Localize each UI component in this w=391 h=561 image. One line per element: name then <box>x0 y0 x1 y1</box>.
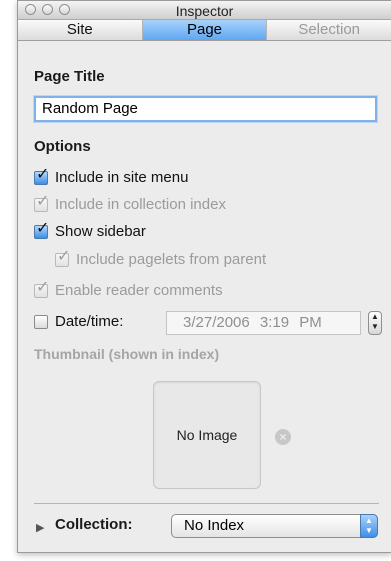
datetime-stepper[interactable]: ▲ ▼ <box>368 311 382 335</box>
datetime-label: Date/time: <box>55 313 124 330</box>
checkbox-unchecked-icon[interactable] <box>34 314 48 329</box>
collection-selected-value: No Index <box>184 517 245 534</box>
checkbox-checked-icon: ✓ <box>34 192 50 212</box>
include-collection-index-label: Include in collection index <box>55 196 226 213</box>
collection-popup[interactable]: No Index ▲ ▼ <box>171 514 378 538</box>
stepper-up-icon[interactable]: ▲ <box>369 312 381 322</box>
divider <box>34 503 379 504</box>
datetime-field: 3/27/2006 3:19 PM <box>166 311 361 335</box>
options-heading: Options <box>34 138 91 155</box>
tab-page[interactable]: Page <box>142 20 268 40</box>
checkbox-checked-icon[interactable]: ✓ <box>34 166 49 185</box>
include-site-menu-checkbox[interactable]: ✓ Include in site menu <box>34 166 189 186</box>
title-bar[interactable]: Inspector <box>18 1 391 20</box>
page-title-label: Page Title <box>34 68 105 85</box>
include-site-menu-label: Include in site menu <box>55 169 189 186</box>
clear-thumbnail-icon[interactable]: × <box>275 429 291 445</box>
page-title-input[interactable]: Random Page <box>34 96 377 122</box>
datetime-checkbox[interactable]: Date/time: <box>34 313 123 330</box>
thumbnail-label: Thumbnail (shown in index) <box>34 346 220 362</box>
include-pagelets-label: Include pagelets from parent <box>76 251 267 268</box>
show-sidebar-label: Show sidebar <box>55 223 146 240</box>
enable-comments-checkbox: ✓ Enable reader comments <box>34 278 223 299</box>
date-value: 3/27/2006 <box>183 314 250 331</box>
tab-bar: Site Page Selection <box>18 20 391 41</box>
checkbox-checked-icon[interactable]: ✓ <box>34 220 49 239</box>
no-image-text: No Image <box>176 427 238 443</box>
stepper-down-icon[interactable]: ▼ <box>369 322 381 332</box>
enable-comments-label: Enable reader comments <box>55 282 223 299</box>
checkbox-checked-icon: ✓ <box>55 247 71 267</box>
disclosure-triangle-icon[interactable]: ▶ <box>36 521 44 534</box>
time-value: 3:19 PM <box>259 314 322 331</box>
inspector-window: Inspector Site Page Selection Page Title… <box>17 0 391 553</box>
include-pagelets-checkbox: ✓ Include pagelets from parent <box>55 247 267 268</box>
window-title: Inspector <box>175 3 234 19</box>
thumbnail-image-well[interactable]: No Image <box>153 381 261 489</box>
include-collection-index-checkbox: ✓ Include in collection index <box>34 192 226 213</box>
checkbox-checked-icon: ✓ <box>34 278 50 298</box>
tab-selection: Selection <box>298 21 361 38</box>
tab-site[interactable]: Site <box>18 20 143 40</box>
show-sidebar-checkbox[interactable]: ✓ Show sidebar <box>34 220 146 240</box>
popup-arrows-icon[interactable]: ▲ ▼ <box>360 514 378 538</box>
collection-label: Collection: <box>55 516 133 533</box>
